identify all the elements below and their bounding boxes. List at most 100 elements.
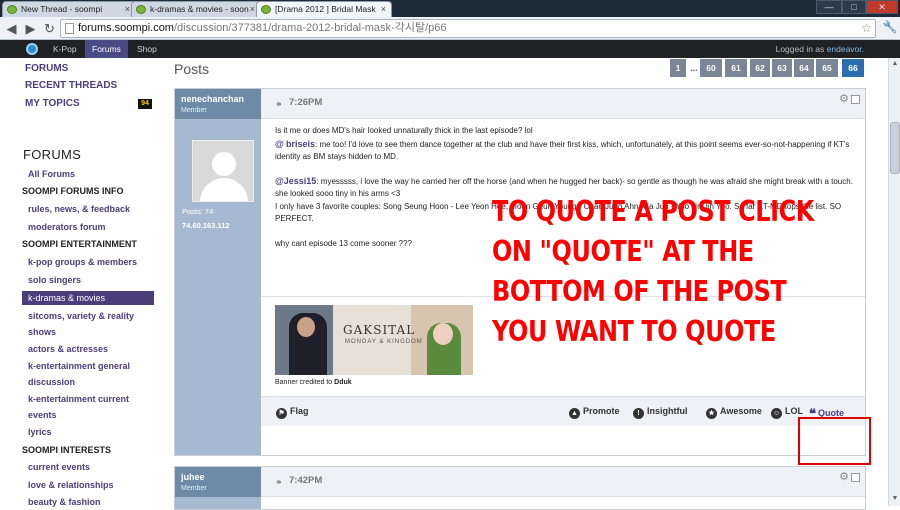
scroll-thumb[interactable] [890, 122, 900, 174]
annotation-line: TO QUOTE A POST CLICK [492, 195, 814, 228]
page-link[interactable]: 1 [670, 59, 686, 77]
soompi-favicon-icon [136, 5, 146, 14]
sidebar-forum-link[interactable]: k-entertainment general [22, 359, 154, 373]
nav-shop[interactable]: Shop [130, 40, 164, 58]
close-tab-icon[interactable]: × [381, 2, 386, 16]
post-card: juhee Member ⚭ 7:42PM ⚙ [174, 466, 866, 510]
nav-kpop[interactable]: K-Pop [46, 40, 84, 58]
annotation-line: YOU WANT TO QUOTE [492, 315, 776, 348]
select-post-checkbox[interactable] [851, 473, 860, 482]
post-time[interactable]: 7:26PM [289, 97, 322, 108]
page-link[interactable]: 61 [725, 59, 747, 77]
sidebar-forum-link[interactable]: rules, news, & feedback [22, 202, 154, 216]
site-nav-bar: K-Pop Forums Shop Logged in as endeavor. [0, 40, 900, 58]
author-name[interactable]: juhee [181, 472, 205, 482]
forward-arrow-icon[interactable]: ▶ [22, 20, 39, 37]
mention-at: @ [275, 138, 284, 149]
reply-text: : me too! I'd love to see them dance tog… [275, 139, 850, 162]
page-link[interactable]: 66 [842, 59, 864, 77]
sidebar-link-forums[interactable]: FORUMS [25, 63, 68, 74]
sidebar-forum-link[interactable]: discussion [22, 375, 154, 389]
banner-subtitle: MONDAY & KINGDOM [345, 339, 423, 345]
page-link[interactable]: 60 [700, 59, 722, 77]
address-bar[interactable]: forums.soompi.com/discussion/377381/dram… [60, 19, 876, 38]
promote-button[interactable]: ▲ Promote [569, 406, 620, 419]
sidebar-forum-link[interactable]: k-dramas & movies [22, 291, 154, 305]
wrench-menu-icon[interactable]: 🔧 [882, 20, 898, 37]
annotation-line: ON "QUOTE" AT THE [492, 235, 754, 268]
banner-title: GAKSITAL [343, 323, 416, 337]
avatar-body-shape [200, 178, 248, 201]
sidebar-forum-link[interactable]: solo singers [22, 273, 154, 287]
mention-at: @ [275, 175, 284, 186]
bookmark-star-icon[interactable]: ☆ [861, 20, 872, 37]
sidebar-link-recent-threads[interactable]: RECENT THREADS [25, 80, 117, 91]
page-link[interactable]: 64 [794, 59, 814, 77]
sidebar-forum-link[interactable]: sitcoms, variety & reality [22, 309, 154, 323]
soompi-logo-icon[interactable] [26, 43, 38, 55]
minimize-button[interactable]: — [816, 0, 842, 14]
flag-icon: ⚑ [276, 408, 287, 419]
page-link[interactable]: 63 [772, 59, 792, 77]
promote-icon: ▲ [569, 408, 580, 419]
sidebar-forum-link[interactable]: actors & actresses [22, 342, 154, 356]
mention-jessi15[interactable]: Jessi15 [284, 176, 317, 186]
address-path: /discussion/377381/drama-2012-bridal-mas… [173, 22, 447, 34]
sidebar-forum-link[interactable]: lyrics [22, 425, 154, 439]
insightful-button[interactable]: ! Insightful [633, 406, 688, 419]
sidebar-forum-link[interactable]: k-entertainment current [22, 392, 154, 406]
sidebar-forum-link[interactable]: love & relationships [22, 478, 154, 492]
gear-icon[interactable]: ⚙ [839, 470, 849, 483]
page-link[interactable]: 65 [816, 59, 838, 77]
browser-tab-new-thread[interactable]: New Thread - soompi × [2, 1, 136, 17]
username-link[interactable]: endeavor. [827, 44, 864, 54]
permalink-icon[interactable]: ⚭ [275, 477, 283, 488]
sidebar-forums-heading: FORUMS [23, 147, 82, 162]
tab-title: New Thread - soompi [21, 4, 103, 14]
maximize-button[interactable]: □ [842, 0, 866, 14]
annotation-line: BOTTOM OF THE POST [492, 275, 787, 308]
reload-icon[interactable]: ↻ [41, 20, 58, 37]
author-header: nenechanchan Member [175, 89, 261, 119]
insightful-icon: ! [633, 408, 644, 419]
sidebar-forum-link[interactable]: events [22, 408, 154, 422]
tutorial-annotation: TO QUOTE A POST CLICK ON "QUOTE" AT THE … [492, 192, 814, 352]
sidebar-category: SOOMPI ENTERTAINMENT [22, 239, 137, 249]
sidebar-forum-link[interactable]: shows [22, 325, 154, 339]
lol-label: LOL [785, 406, 803, 416]
nav-forums[interactable]: Forums [85, 40, 128, 58]
close-tab-icon[interactable]: × [250, 2, 255, 16]
tab-title: k-dramas & movies - soon [150, 4, 249, 14]
author-name[interactable]: nenechanchan [181, 94, 244, 104]
close-tab-icon[interactable]: × [125, 2, 130, 16]
banner-credit: Banner credited to Dduk [275, 379, 352, 386]
sidebar-forum-link[interactable]: k-pop groups & members [22, 255, 154, 269]
page-scrollbar[interactable]: ▲ ▼ [888, 58, 900, 506]
close-window-button[interactable]: ✕ [866, 0, 898, 14]
sidebar-link-my-topics[interactable]: MY TOPICS [25, 98, 80, 109]
sidebar-forum-link[interactable]: All Forums [22, 167, 154, 181]
post-action-bar: ⚑ Flag ▲ Promote ! Insightful ★ Awesome ☺ LOL… [261, 396, 865, 426]
sidebar-forum-link[interactable]: current events [22, 460, 154, 474]
avatar[interactable] [192, 140, 254, 202]
sidebar-forum-link[interactable]: beauty & fashion [22, 495, 154, 509]
author-header: juhee Member [175, 467, 261, 497]
scroll-up-icon[interactable]: ▲ [890, 59, 900, 69]
flag-button[interactable]: ⚑ Flag [276, 406, 309, 419]
page-link[interactable]: 62 [750, 59, 770, 77]
post-header-bar: ⚭ 7:26PM ⚙ [261, 89, 865, 119]
sidebar-category: SOOMPI FORUMS INFO [22, 186, 124, 196]
permalink-icon[interactable]: ⚭ [275, 99, 283, 110]
awesome-button[interactable]: ★ Awesome [706, 406, 762, 419]
post-time[interactable]: 7:42PM [289, 475, 322, 486]
select-post-checkbox[interactable] [851, 95, 860, 104]
gear-icon[interactable]: ⚙ [839, 92, 849, 105]
browser-tab-k-dramas[interactable]: k-dramas & movies - soon × [131, 1, 261, 17]
scroll-down-icon[interactable]: ▼ [890, 494, 900, 504]
mention-briseis[interactable]: briseis [286, 139, 315, 149]
back-arrow-icon[interactable]: ◀ [3, 20, 20, 37]
credit-name: Dduk [334, 379, 352, 386]
browser-tab-bridal-mask[interactable]: [Drama 2012 ] Bridal Mask × [256, 1, 392, 17]
sidebar-forum-link[interactable]: moderators forum [22, 220, 154, 234]
sidebar-category: SOOMPI INTERESTS [22, 445, 112, 455]
